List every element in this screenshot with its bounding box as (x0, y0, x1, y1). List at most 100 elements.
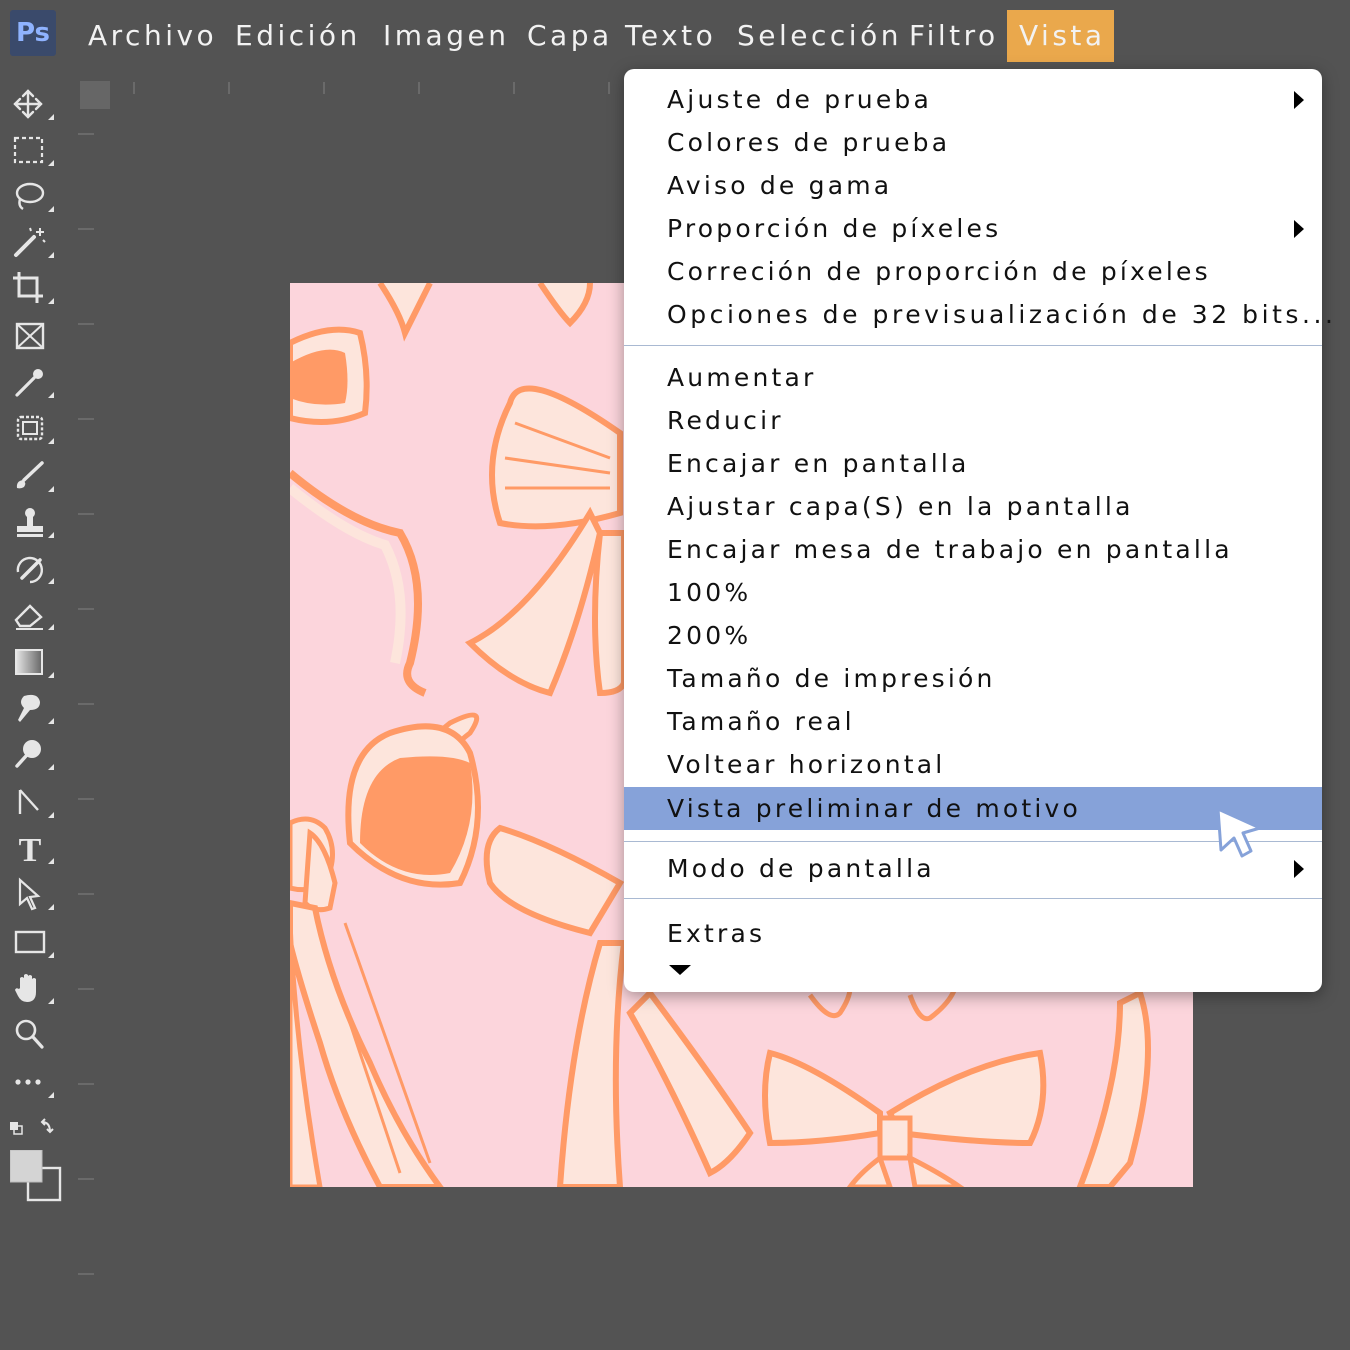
dodge-tool[interactable] (10, 736, 54, 772)
menu-item-correcion-de-proporcion[interactable]: Correción de proporción de píxeles (624, 250, 1322, 293)
color-swatches[interactable] (10, 1150, 64, 1202)
menu-item-voltear-horizontal[interactable]: Voltear horizontal (624, 743, 1322, 786)
menu-separator (624, 898, 1322, 899)
eraser-icon (14, 604, 43, 630)
menu-item-label: Aviso de gama (667, 171, 893, 200)
menu-item-label: Voltear horizontal (667, 750, 946, 779)
photoshop-logo[interactable]: Ps (10, 10, 56, 56)
frame-icon (15, 322, 45, 350)
menu-item-proporcion-de-pixeles[interactable]: Proporción de píxeles (624, 207, 1322, 250)
magic-wand-tool[interactable] (10, 224, 54, 260)
menu-item-tamano-real[interactable]: Tamaño real (624, 700, 1322, 743)
menu-item-aviso-de-gama[interactable]: Aviso de gama (624, 164, 1322, 207)
menu-item-label: Extras (667, 919, 766, 948)
history-brush-tool[interactable] (10, 550, 54, 586)
marquee-icon (13, 136, 44, 164)
tools-panel: T (0, 80, 64, 1210)
menu-item-label: Proporción de píxeles (667, 214, 1002, 243)
menu-archivo[interactable]: Archivo (76, 10, 229, 62)
menu-item-200[interactable]: 200% (624, 614, 1322, 657)
menu-item-label: 200% (667, 621, 752, 650)
gradient-tool[interactable] (10, 644, 54, 680)
rectangle-tool[interactable] (10, 924, 54, 960)
history-brush-icon (16, 556, 44, 584)
menu-seleccion[interactable]: Selección (725, 10, 914, 62)
hand-icon (15, 974, 36, 1002)
swap-colors[interactable] (10, 1114, 54, 1150)
magic-wand-icon (14, 227, 46, 257)
menu-capa[interactable]: Capa (515, 10, 625, 62)
spot-healing-icon (16, 415, 44, 441)
rectangle-icon (14, 930, 46, 954)
menu-filtro[interactable]: Filtro (897, 10, 1011, 62)
lasso-icon (15, 182, 45, 211)
menu-edicion[interactable]: Edición (223, 10, 373, 62)
left-ruler (78, 133, 94, 1275)
stamp-icon (17, 508, 43, 537)
menu-item-label: Aumentar (667, 363, 817, 392)
eyedropper-tool[interactable] (10, 364, 54, 400)
menu-item-encajar-mesa-de-trabajo[interactable]: Encajar mesa de trabajo en pantalla (624, 528, 1322, 571)
scroll-down-arrow-icon[interactable] (669, 965, 691, 975)
menu-item-label: Tamaño de impresión (667, 664, 996, 693)
move-tool[interactable] (10, 86, 54, 122)
menu-item-label: Modo de pantalla (667, 854, 935, 883)
type-tool[interactable]: T (10, 830, 54, 866)
menu-texto[interactable]: Texto (613, 10, 728, 62)
lasso-tool[interactable] (10, 178, 54, 214)
menu-item-label: Ajustar capa(S) en la pantalla (667, 492, 1134, 521)
menu-item-label: Correción de proporción de píxeles (667, 257, 1211, 286)
menu-item-reducir[interactable]: Reducir (624, 399, 1322, 442)
menu-item-extras[interactable]: Extras (624, 912, 1322, 955)
menu-item-label: Encajar mesa de trabajo en pantalla (667, 535, 1233, 564)
menu-item-opciones-32-bits[interactable]: Opciones de previsualización de 32 bits.… (624, 293, 1333, 336)
zoom-icon (15, 1019, 44, 1049)
menu-item-label: Opciones de previsualización de 32 bits.… (667, 300, 1337, 329)
svg-text:T: T (19, 832, 42, 866)
menu-item-aumentar[interactable]: Aumentar (624, 356, 1322, 399)
menu-item-encajar-en-pantalla[interactable]: Encajar en pantalla (624, 442, 1322, 485)
top-ruler (133, 82, 610, 94)
menu-item-label: Encajar en pantalla (667, 449, 970, 478)
menu-vista[interactable]: Vista (1007, 10, 1114, 62)
crop-tool[interactable] (10, 270, 54, 306)
brush-icon (16, 461, 44, 489)
more-tools[interactable] (10, 1064, 54, 1100)
marquee-tool[interactable] (10, 132, 54, 168)
menu-item-100[interactable]: 100% (624, 571, 1322, 614)
menu-item-label: Ajuste de prueba (667, 85, 933, 114)
zoom-tool[interactable] (10, 1016, 50, 1052)
smudge-icon (18, 694, 40, 722)
eraser-tool[interactable] (10, 596, 54, 632)
menu-imagen[interactable]: Imagen (371, 10, 521, 62)
color-swatches-icon (10, 1150, 62, 1202)
submenu-arrow-icon (1294, 91, 1304, 109)
frame-tool[interactable] (10, 318, 50, 354)
menu-item-label: Tamaño real (667, 707, 855, 736)
dodge-icon (15, 740, 41, 768)
brush-tool[interactable] (10, 458, 54, 494)
swap-colors-icon (10, 1118, 54, 1135)
menu-item-label: 100% (667, 578, 752, 607)
hand-tool[interactable] (10, 970, 54, 1006)
more-tools-icon (15, 1079, 41, 1085)
move-icon (13, 89, 43, 119)
path-selection-icon (18, 877, 41, 911)
stamp-tool[interactable] (10, 504, 54, 540)
submenu-arrow-icon (1294, 220, 1304, 238)
type-icon: T (19, 832, 42, 866)
menu-item-label: Vista preliminar de motivo (667, 794, 1082, 823)
menu-item-ajustar-capas[interactable]: Ajustar capa(S) en la pantalla (624, 485, 1322, 528)
menu-item-tamano-de-impresion[interactable]: Tamaño de impresión (624, 657, 1322, 700)
path-selection-tool[interactable] (10, 876, 54, 912)
crop-icon (13, 272, 43, 303)
menu-item-ajuste-de-prueba[interactable]: Ajuste de prueba (624, 78, 1322, 121)
spot-healing-tool[interactable] (10, 410, 54, 446)
eyedropper-icon (15, 369, 43, 397)
gradient-icon (15, 649, 43, 675)
mouse-cursor-icon (1216, 807, 1262, 858)
smudge-tool[interactable] (10, 690, 54, 726)
pen-tool[interactable] (10, 784, 54, 820)
menu-item-label: Reducir (667, 406, 784, 435)
menu-item-colores-de-prueba[interactable]: Colores de prueba (624, 121, 1322, 164)
